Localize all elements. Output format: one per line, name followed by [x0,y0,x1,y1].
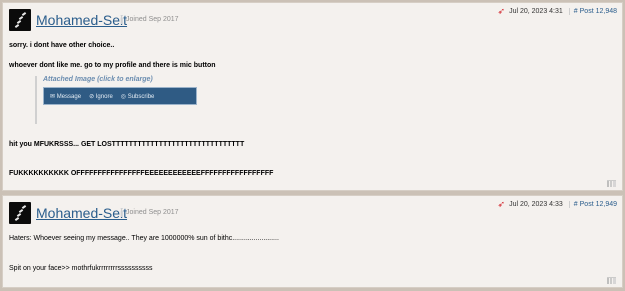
post-header: Mohamed-Seit Joined Sep 2017 ➶ Jul 20, 2… [3,3,622,33]
post-text-line: whoever dont like me. go to my profile a… [9,62,216,69]
post-meta: ➶ Jul 20, 2023 4:33 # Post 12,949 [498,199,617,210]
post-date: Jul 20, 2023 4:33 [509,201,563,208]
post-text-line: Haters: Whoever seeing my message.. They… [9,235,279,242]
attached-ignore-button: ⊘ Ignore [89,93,113,100]
share-icon[interactable]: ➶ [498,199,506,210]
thumbs-up-icon[interactable] [607,277,616,284]
post-header: Mohamed-Seit Joined Sep 2017 ➶ Jul 20, 2… [3,196,622,226]
thumbs-up-icon[interactable] [607,180,616,187]
avatar[interactable] [9,202,31,224]
post-text-line: sorry. i dont have other choice.. [9,42,115,49]
post-number-link[interactable]: # Post 12,949 [568,201,617,208]
username-link[interactable]: Mohamed-Seit [36,12,127,28]
post-number-link[interactable]: # Post 12,948 [568,8,617,15]
post-text-line: hit you MFUKRSSS... GET LOSTTTTTTTTTTTTT… [9,141,245,148]
forum-post: Mohamed-Seit Joined Sep 2017 ➶ Jul 20, 2… [2,2,623,191]
attached-image-caption[interactable]: Attached Image (click to enlarge) [43,76,195,83]
avatar[interactable] [9,9,31,31]
post-date: Jul 20, 2023 4:31 [509,8,563,15]
attached-subscribe-button: ◎ Subscribe [120,93,155,100]
post-text-line: Spit on your face>> mothrfukrrrrrrrrssss… [9,265,153,272]
joined-date: Joined Sep 2017 [121,15,179,24]
share-icon[interactable]: ➶ [498,6,506,17]
attached-image-thumbnail[interactable]: ✉ Message ⊘ Ignore ◎ Subscribe [43,87,197,105]
attached-message-button: ✉ Message [50,93,82,100]
forum-post: Mohamed-Seit Joined Sep 2017 ➶ Jul 20, 2… [2,195,623,288]
joined-date: Joined Sep 2017 [121,208,179,217]
attached-image-block: Attached Image (click to enlarge) ✉ Mess… [35,76,197,124]
username-link[interactable]: Mohamed-Seit [36,205,127,221]
post-meta: ➶ Jul 20, 2023 4:31 # Post 12,948 [498,6,617,17]
post-text-line: FUKKKKKKKKKK OFFFFFFFFFFFFFFFFEEEEEEEEEE… [9,170,274,177]
